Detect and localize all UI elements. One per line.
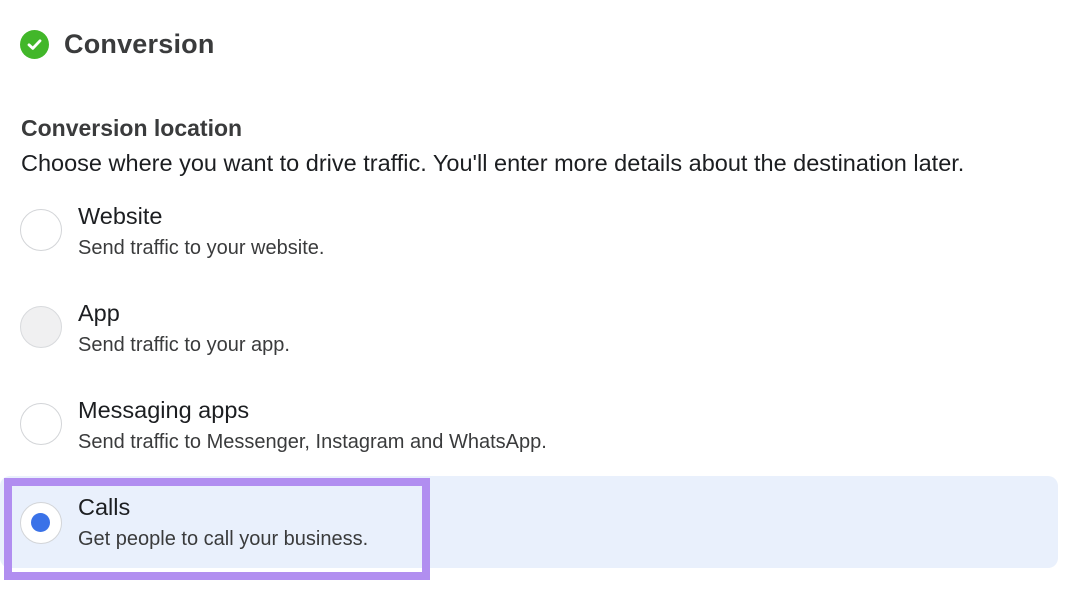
option-app: App Send traffic to your app. <box>0 293 1058 385</box>
option-title: Calls <box>78 494 131 520</box>
radio-app <box>20 306 62 348</box>
radio-calls[interactable] <box>20 502 62 544</box>
option-subtitle: Send traffic to your website. <box>78 237 325 259</box>
radio-website[interactable] <box>20 209 62 251</box>
field-description: Choose where you want to drive traffic. … <box>21 150 965 176</box>
conversion-panel: Conversion Conversion location Choose wh… <box>0 0 1066 592</box>
option-calls[interactable]: Calls Get people to call your business. <box>0 476 1058 568</box>
option-title: App <box>78 300 120 326</box>
option-subtitle: Get people to call your business. <box>78 528 369 550</box>
radio-messaging-apps[interactable] <box>20 403 62 445</box>
field-label: Conversion location <box>21 115 243 141</box>
checkmark-icon <box>27 38 42 50</box>
option-website[interactable]: Website Send traffic to your website. <box>0 196 1058 288</box>
option-subtitle: Send traffic to Messenger, Instagram and… <box>78 431 547 453</box>
section-header: Conversion <box>20 26 215 62</box>
option-title: Messaging apps <box>78 397 250 423</box>
section-title: Conversion <box>64 28 215 59</box>
check-circle-icon <box>20 29 49 59</box>
option-subtitle: Send traffic to your app. <box>78 334 290 356</box>
option-messaging-apps[interactable]: Messaging apps Send traffic to Messenger… <box>0 390 1058 482</box>
option-title: Website <box>78 203 163 229</box>
